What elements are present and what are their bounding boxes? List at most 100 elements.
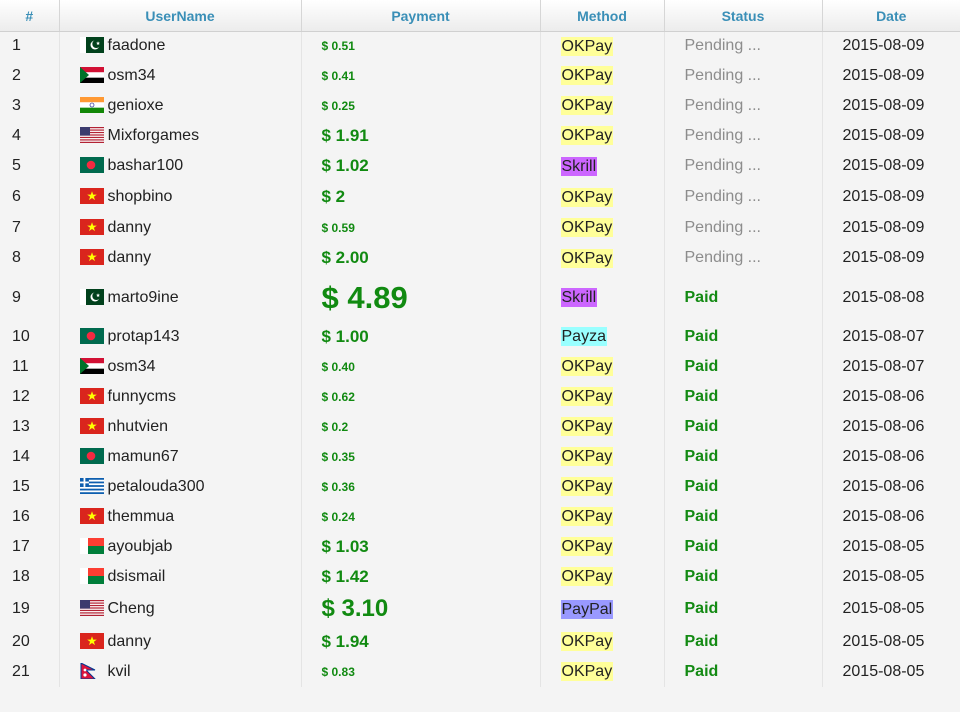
- username-cell: ayoubjab: [59, 531, 302, 562]
- status-cell: Paid: [664, 381, 823, 412]
- status-label: Paid: [684, 327, 719, 345]
- payment-cell: $ 0.83: [301, 656, 541, 687]
- col-header-status[interactable]: Status: [664, 0, 823, 32]
- date-cell: 2015-08-09: [842, 188, 925, 205]
- method-cell: OKPay: [540, 381, 665, 412]
- row-number: 1: [0, 31, 60, 61]
- username-cell: protap143: [59, 321, 302, 352]
- sudan-flag-icon: [79, 66, 104, 83]
- username[interactable]: faadone: [108, 37, 166, 54]
- status-cell: Pending ...: [664, 150, 823, 182]
- username[interactable]: osm34: [108, 67, 156, 84]
- payment-amount: $ 1.91: [321, 125, 369, 145]
- username-cell: themmua: [59, 501, 302, 532]
- status-cell: Paid: [664, 626, 823, 657]
- date-cell: 2015-08-09: [842, 37, 925, 55]
- status-cell: Pending ...: [664, 120, 823, 151]
- username-cell: funnycms: [59, 381, 302, 412]
- username[interactable]: Mixforgames: [108, 127, 200, 144]
- table-row[interactable]: 8 danny $ 2.00 OKPay Pending ... 2015-08-09: [0, 242, 960, 274]
- status-label: Pending ...: [684, 188, 762, 205]
- date-cell: 2015-08-09: [842, 157, 925, 174]
- username[interactable]: kvil: [108, 663, 131, 680]
- method-badge: OKPay: [560, 218, 614, 237]
- table-row[interactable]: 13 nhutvien $ 0.2 OKPay Paid 2015-08-06: [0, 411, 960, 442]
- username-cell: faadone: [59, 31, 302, 61]
- username[interactable]: shopbino: [108, 188, 173, 205]
- method-badge: OKPay: [560, 447, 614, 466]
- table-row[interactable]: 6 shopbino $ 2 OKPay Pending ... 2015-08-09: [0, 181, 960, 213]
- method-cell: OKPay: [540, 411, 665, 442]
- username[interactable]: danny: [108, 219, 152, 236]
- username[interactable]: danny: [108, 249, 152, 266]
- table-row[interactable]: 5 bashar100 $ 1.02 Skrill Pending ... 2015-08…: [0, 150, 960, 182]
- payment-cell: $ 1.02: [301, 150, 541, 182]
- username[interactable]: petalouda300: [108, 478, 205, 495]
- payment-cell: $ 3.10: [301, 591, 541, 627]
- method-cell: Payza: [540, 321, 665, 352]
- madagascar-flag-icon: [79, 567, 104, 584]
- username[interactable]: ayoubjab: [108, 538, 173, 555]
- username[interactable]: protap143: [108, 328, 180, 345]
- table-row[interactable]: 15 petalouda300 $ 0.36 OKPay Paid 2015-08-06: [0, 471, 960, 502]
- table-row[interactable]: 14 mamun67 $ 0.35 OKPay Paid 2015-08-06: [0, 441, 960, 472]
- table-row[interactable]: 17 ayoubjab $ 1.03 OKPay Paid 2015-08-05: [0, 531, 960, 562]
- username[interactable]: danny: [108, 633, 152, 650]
- username[interactable]: bashar100: [108, 157, 184, 174]
- col-header-date[interactable]: Date: [822, 0, 960, 32]
- username[interactable]: Cheng: [108, 600, 155, 617]
- username[interactable]: osm34: [108, 358, 156, 375]
- row-number: 15: [0, 471, 60, 502]
- status-cell: Paid: [664, 656, 823, 687]
- table-row[interactable]: 21 kvil $ 0.83 OKPay Paid 2015-08-05: [0, 656, 960, 687]
- table-row[interactable]: 16 themmua $ 0.24 OKPay Paid 2015-08-06: [0, 501, 960, 532]
- status-cell: Paid: [664, 591, 823, 627]
- greece-flag-icon: [79, 477, 104, 494]
- status-cell: Paid: [664, 471, 823, 502]
- col-header-number[interactable]: #: [0, 0, 60, 32]
- username[interactable]: marto9ine: [108, 289, 179, 306]
- table-row[interactable]: 11 osm34 $ 0.40 OKPay Paid 2015-08-07: [0, 351, 960, 382]
- method-cell: OKPay: [540, 31, 665, 61]
- username-cell: Mixforgames: [59, 120, 302, 151]
- username[interactable]: funnycms: [108, 388, 176, 405]
- table-row[interactable]: 9 marto9ine $ 4.89 Skrill Paid 2015-08-08: [0, 273, 960, 322]
- status-cell: Pending ...: [664, 31, 823, 61]
- table-row[interactable]: 12 funnycms $ 0.62 OKPay Paid 2015-08-06: [0, 381, 960, 412]
- table-row[interactable]: 10 protap143 $ 1.00 Payza Paid 2015-08-07: [0, 321, 960, 352]
- table-row[interactable]: 20 danny $ 1.94 OKPay Paid 2015-08-05: [0, 626, 960, 657]
- method-badge: Skrill: [560, 288, 598, 307]
- status-cell: Pending ...: [664, 181, 823, 213]
- username[interactable]: nhutvien: [108, 418, 169, 435]
- username[interactable]: themmua: [108, 508, 175, 525]
- col-header-payment[interactable]: Payment: [301, 0, 541, 32]
- table-row[interactable]: 19 Cheng $ 3.10 PayPal Paid 2015-08-05: [0, 591, 960, 627]
- username[interactable]: mamun67: [108, 448, 179, 465]
- table-row[interactable]: 1 faadone $ 0.51 OKPay Pending ... 2015-08-09: [0, 31, 960, 61]
- payment-cell: $ 1.00: [301, 321, 541, 352]
- username-cell: petalouda300: [59, 471, 302, 502]
- date-cell: 2015-08-06: [842, 477, 925, 495]
- table-row[interactable]: 2 osm34 $ 0.41 OKPay Pending ... 2015-08-09: [0, 60, 960, 91]
- payment-cell: $ 0.24: [301, 501, 541, 532]
- method-cell: OKPay: [540, 471, 665, 502]
- username[interactable]: genioxe: [108, 97, 164, 114]
- table-row[interactable]: 3 genioxe $ 0.25 OKPay Pending ... 2015-08-09: [0, 90, 960, 121]
- row-number: 4: [0, 120, 60, 151]
- method-badge: OKPay: [560, 387, 614, 406]
- col-header-method[interactable]: Method: [540, 0, 665, 32]
- method-cell: OKPay: [540, 501, 665, 532]
- col-header-username[interactable]: UserName: [59, 0, 302, 32]
- method-badge: Skrill: [560, 156, 598, 176]
- status-cell: Paid: [664, 561, 823, 592]
- status-label: Pending ...: [684, 249, 762, 266]
- payment-amount: $ 4.89: [321, 279, 408, 315]
- table-row[interactable]: 18 dsismail $ 1.42 OKPay Paid 2015-08-05: [0, 561, 960, 592]
- table-row[interactable]: 4 Mixforgames $ 1.91 OKPay Pending ... 2015-0…: [0, 120, 960, 151]
- row-number: 18: [0, 561, 60, 592]
- username-cell: danny: [59, 242, 302, 274]
- table-row[interactable]: 7 danny $ 0.59 OKPay Pending ... 2015-08-09: [0, 212, 960, 243]
- username[interactable]: dsismail: [108, 568, 166, 585]
- vietnam-flag-icon: [79, 249, 104, 265]
- method-cell: OKPay: [540, 441, 665, 472]
